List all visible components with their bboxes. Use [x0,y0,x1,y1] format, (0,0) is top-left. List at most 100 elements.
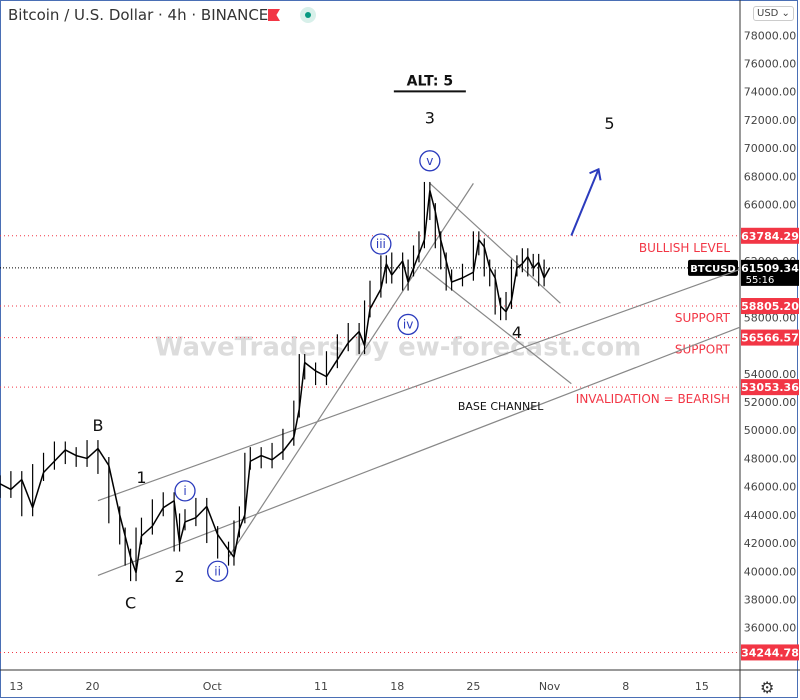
annotation-label: BASE CHANNEL [458,400,544,413]
price-segment [500,305,507,313]
price-tag-label: 63784.29 [741,230,799,243]
price-segment [543,267,551,279]
price-segment [315,370,327,378]
price-segment [293,408,301,438]
y-tick-label: 40000.00 [744,565,797,578]
price-segment [244,461,252,515]
price-segment [129,556,137,573]
price-segment [445,260,453,283]
watermark: WaveTraders by ew-forecast.com [155,332,642,362]
forecast-arrow [570,168,600,236]
y-tick-label: 38000.00 [744,593,797,606]
price-segment [162,500,175,509]
y-tick-label: 52000.00 [744,396,797,409]
wave-label-2: 2 [174,567,184,586]
y-tick-label: 36000.00 [744,622,797,635]
price-segment [537,262,545,279]
price-segment [494,277,502,307]
price-segment [472,239,480,273]
price-segment [206,506,219,535]
price-segment [124,535,132,558]
price-segment [483,246,491,269]
price-tag-label: 53053.36 [741,381,799,394]
x-tick-label: 13 [9,680,23,693]
price-chart[interactable]: WaveTraders by ew-forecast.com 36000.00 38… [0,0,800,700]
annotation-label: ALT: 5 [407,73,453,89]
x-tick-label: Nov [539,680,561,693]
price-segment [260,454,273,461]
price-segment [385,263,393,276]
price-segment [440,239,447,262]
wave-label-v: v [426,154,433,168]
countdown-label: 55:16 [746,275,775,286]
y-tick-label: 44000.00 [744,509,797,522]
y-tick-label: 54000.00 [744,368,797,381]
price-segment [271,450,284,461]
price-segment [238,514,246,530]
wave-label-B: B [92,416,103,435]
price-segment [173,500,181,544]
y-tick-label: 76000.00 [744,57,797,70]
wave-label-i: i [183,484,186,498]
y-tick-label: 50000.00 [744,424,797,437]
level-label: SUPPORT [675,311,731,325]
wave-label-C: C [125,594,136,613]
price-segment [369,288,382,310]
price-tag-label: 58805.20 [741,300,799,313]
price-segment [429,190,437,212]
price-segment [532,261,540,269]
price-segment [298,362,306,410]
price-segment [249,454,262,462]
y-tick-label: 72000.00 [744,114,797,127]
wave-label-iii: iii [376,237,386,251]
price-segment [151,507,164,527]
y-tick-label: 74000.00 [744,86,797,99]
price-segment [21,479,34,509]
price-segment [527,256,534,269]
price-tag-label: 56566.57 [741,332,799,345]
price-segment [42,460,55,474]
wave-label-1: 1 [136,468,146,487]
y-tick-label: 68000.00 [744,170,797,183]
price-segment [462,271,474,279]
price-segment [108,465,121,516]
wave-label-5: 5 [604,114,614,133]
currency-selector[interactable]: USD ⌄ [753,6,794,21]
x-tick-label: 18 [390,680,404,693]
y-tick-label: 78000.00 [744,29,797,42]
gear-icon[interactable]: ⚙ [760,678,774,697]
price-tag-label: 34244.78 [741,646,799,659]
price-segment [418,239,426,255]
price-segment [75,454,88,460]
trendline-impulse-line[interactable] [228,183,474,558]
wave-label-iv: iv [403,317,413,331]
price-segment [401,260,409,283]
price-segment [217,534,230,551]
y-tick-label: 70000.00 [744,142,797,155]
y-tick-label: 66000.00 [744,199,797,212]
price-segment [86,447,99,459]
level-label: INVALIDATION = BEARISH [576,392,730,406]
market-status-icon [300,7,316,23]
trendline-channel-upper[interactable] [97,268,741,502]
last-price-label: 61509.34 [741,262,799,275]
level-label: BULLISH LEVEL [639,241,730,255]
price-segment [10,479,23,491]
x-tick-label: 20 [86,680,100,693]
x-tick-label: 25 [466,680,480,693]
price-segment [423,190,431,240]
y-tick-label: 46000.00 [744,481,797,494]
price-segment [282,436,295,452]
price-segment [135,535,143,573]
x-tick-label: 15 [695,680,709,693]
x-tick-label: 8 [622,680,629,693]
price-segment [304,361,317,372]
price-segment [184,516,197,523]
price-segment [195,505,208,519]
price-segment [510,267,518,301]
wave-label-4: 4 [512,323,522,342]
symbol-title[interactable]: Bitcoin / U.S. Dollar · 4h · BINANCE [8,6,268,24]
price-segment [521,256,529,265]
trendline-base-channel[interactable] [97,326,741,577]
price-segment [53,449,66,462]
